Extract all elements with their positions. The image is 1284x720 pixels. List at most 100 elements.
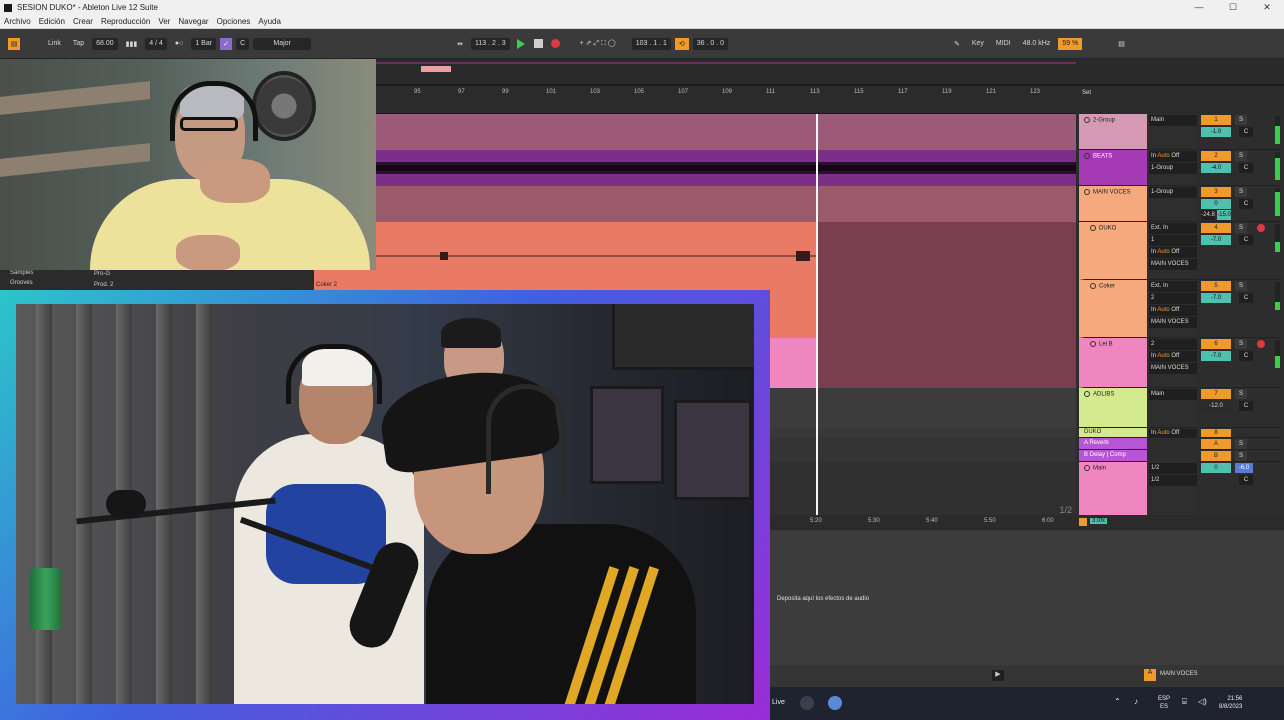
midi-map-button[interactable]: MIDI	[992, 38, 1015, 50]
track-header-duko-2[interactable]: DUKO	[1079, 428, 1147, 438]
track-activator[interactable]: 1	[1201, 115, 1231, 125]
browser-item-grooves[interactable]: Grooves	[10, 280, 33, 286]
time-ruler[interactable]: 5:20 5:30 5:40 5:50 6:00	[770, 515, 1076, 530]
volume-field[interactable]: -12.0	[1201, 401, 1231, 411]
track-activator[interactable]: 8	[1201, 429, 1231, 437]
tray-chevron-icon[interactable]: ⌃	[1114, 697, 1121, 706]
menu-reproduccion[interactable]: Reproducción	[101, 17, 150, 26]
track-header-beats[interactable]: BEATS	[1079, 150, 1147, 186]
loop-start-field[interactable]: 103 . 1 . 1	[631, 37, 671, 50]
pan-field[interactable]: C	[1239, 163, 1253, 173]
output-select[interactable]: MAIN VOCES	[1149, 317, 1197, 328]
key-map-button[interactable]: Key	[968, 38, 988, 50]
return-activator[interactable]: B	[1201, 451, 1231, 461]
browser-item-samples[interactable]: Samples	[10, 270, 33, 276]
track-activator[interactable]: 7	[1201, 389, 1231, 399]
track-header-main-voces[interactable]: MAIN VOCES	[1079, 186, 1147, 222]
fold-icon[interactable]	[1084, 189, 1090, 195]
fold-icon[interactable]	[1084, 391, 1090, 397]
solo-button[interactable]: S	[1235, 389, 1247, 399]
return-activator[interactable]: A	[1201, 439, 1231, 449]
solo-button[interactable]: S	[1235, 281, 1247, 291]
pan-field[interactable]: C	[1239, 351, 1253, 361]
arm-record-button[interactable]	[1257, 224, 1265, 232]
track-lane-beats[interactable]	[376, 150, 1076, 186]
loop-toggle-icon[interactable]: ⟲	[674, 37, 689, 50]
fold-icon[interactable]	[1084, 153, 1090, 159]
browser-file[interactable]: Pro-G	[94, 271, 110, 277]
fold-icon[interactable]	[1090, 341, 1096, 347]
track-activator[interactable]: 6	[1201, 339, 1231, 349]
overdub-icon[interactable]: + ⇗ ⤢ ⛶ ◯	[576, 38, 620, 50]
volume-field[interactable]: 0	[1201, 199, 1231, 209]
solo-button[interactable]: S	[1235, 151, 1247, 161]
pan-field[interactable]: C	[1239, 475, 1253, 485]
track-activator[interactable]: 3	[1201, 187, 1231, 197]
coker-clip-header[interactable]: Coker 2	[314, 270, 770, 290]
lei-b-audio-clip[interactable]	[770, 338, 816, 388]
minimize-button[interactable]: —	[1182, 2, 1216, 13]
coker-audio-clip[interactable]	[770, 280, 816, 338]
browser-file[interactable]: Prod. 2	[94, 282, 113, 288]
taskbar-settings-icon[interactable]	[828, 696, 842, 710]
track-activator[interactable]: 4	[1201, 223, 1231, 233]
mixer-toggle-icon[interactable]	[1079, 518, 1087, 526]
volume-field[interactable]: -1.0	[1201, 127, 1231, 137]
pan-field[interactable]: C	[1239, 293, 1253, 303]
volume-field[interactable]: -7.0	[1201, 351, 1231, 361]
volume-field[interactable]: -7.0	[1201, 235, 1231, 245]
output-select[interactable]: MAIN VOCES	[1149, 363, 1197, 374]
set-button[interactable]: Set	[1082, 90, 1091, 96]
tap-button[interactable]: Tap	[69, 38, 88, 50]
fold-icon[interactable]	[1084, 465, 1090, 471]
draw-mode-icon[interactable]: ✎	[950, 38, 964, 50]
track-lane-2-group[interactable]	[376, 114, 1076, 150]
monitor-select[interactable]: In Auto Off	[1149, 351, 1197, 362]
output-select[interactable]: 1/2	[1149, 475, 1197, 486]
track-lane-main-voces[interactable]	[376, 186, 1076, 222]
track-header-lei-b[interactable]: Lei B	[1079, 338, 1147, 388]
system-clock[interactable]: 21:56 8/8/2023	[1219, 695, 1242, 711]
track-activator[interactable]: 0	[1201, 463, 1231, 473]
browser-toggle-icon[interactable]: ▤	[8, 37, 20, 50]
monitor-select[interactable]: In Auto Off	[1149, 151, 1197, 162]
solo-button[interactable]: S	[1235, 223, 1247, 233]
follow-icon[interactable]: ⇹	[453, 38, 467, 50]
device-view[interactable]: Deposita aquí los efectos de audio	[770, 530, 1284, 665]
fold-icon[interactable]	[1084, 117, 1090, 123]
track-header-main[interactable]: Main	[1079, 462, 1147, 519]
pan-field[interactable]: C	[1239, 199, 1253, 209]
arrangement-overview[interactable]	[376, 59, 1284, 85]
link-button[interactable]: Link	[44, 38, 65, 50]
pan-field[interactable]: C	[1239, 235, 1253, 245]
output-select[interactable]: Main	[1149, 115, 1197, 126]
language-indicator[interactable]: ESP ES	[1158, 695, 1170, 711]
input-channel-select[interactable]: 1	[1149, 235, 1197, 246]
solo-button[interactable]: S	[1235, 187, 1247, 197]
track-header-2-group[interactable]: 2-Group	[1079, 114, 1147, 150]
pan-field[interactable]: C	[1239, 127, 1253, 137]
microphone-icon[interactable]: ♪	[1134, 697, 1138, 706]
arm-record-button[interactable]	[1257, 340, 1265, 348]
input-channel-select[interactable]: 2	[1149, 293, 1197, 304]
volume-field[interactable]: -7.0	[1201, 293, 1231, 303]
overview-icon[interactable]: ▤	[1114, 38, 1129, 50]
time-signature-field[interactable]: 4 / 4	[145, 37, 167, 50]
bar-ruler[interactable]: 95 97 99 101 103 105 107 109 111 113 115…	[376, 86, 1076, 100]
scale-select[interactable]: Major	[253, 37, 312, 50]
metronome-toggle-icon[interactable]: ●○	[171, 38, 187, 50]
solo-button[interactable]: S	[1235, 339, 1247, 349]
solo-button[interactable]: S	[1235, 451, 1247, 461]
output-select[interactable]: 1-Group	[1149, 163, 1197, 174]
scale-mode-icon[interactable]: ✓	[220, 37, 233, 50]
monitor-select[interactable]: In Auto Off	[1149, 247, 1197, 258]
track-header-coker[interactable]: Coker	[1079, 280, 1147, 338]
track-header-delay[interactable]: B Delay | Comp	[1079, 450, 1147, 462]
maximize-button[interactable]: ☐	[1216, 2, 1250, 13]
play-button[interactable]	[516, 38, 525, 49]
pan-field[interactable]: C	[1239, 401, 1253, 411]
menu-navegar[interactable]: Navegar	[178, 17, 208, 26]
monitor-select[interactable]: In Auto Off	[1149, 305, 1197, 316]
output-select[interactable]: MAIN VOCES	[1149, 259, 1197, 270]
monitor-select[interactable]: In Auto Off	[1149, 429, 1197, 437]
